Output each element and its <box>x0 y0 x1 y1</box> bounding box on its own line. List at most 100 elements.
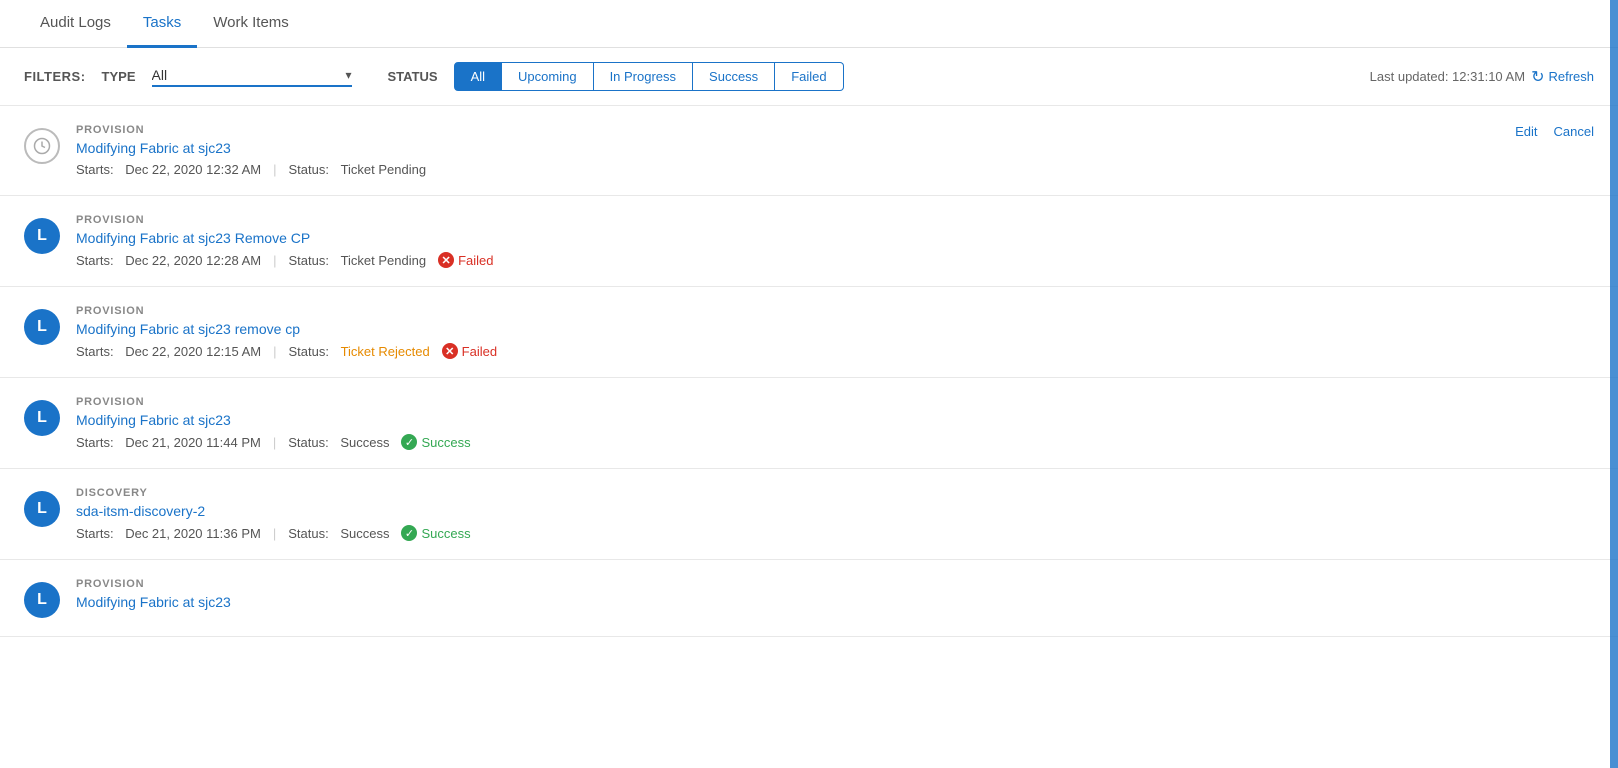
task-status: Status: Ticket Pending ✕Failed <box>288 252 493 268</box>
task-starts: Starts: Dec 22, 2020 12:32 AM <box>76 162 261 177</box>
status-value: Success <box>340 526 389 541</box>
edit-button[interactable]: Edit <box>1515 124 1537 139</box>
success-badge: ✓Success <box>401 434 470 450</box>
task-title[interactable]: Modifying Fabric at sjc23 <box>76 412 1594 428</box>
status-label: Status: <box>288 526 328 541</box>
status-label: Status: <box>288 435 328 450</box>
task-category: PROVISION <box>76 214 1594 226</box>
status-btn-upcoming[interactable]: Upcoming <box>502 62 594 91</box>
meta-separator: | <box>273 253 276 268</box>
starts-label: Starts: <box>76 526 114 541</box>
task-title[interactable]: sda-itsm-discovery-2 <box>76 503 1594 519</box>
starts-label: Starts: <box>76 344 114 359</box>
user-icon: L <box>24 309 60 345</box>
success-badge: ✓Success <box>401 525 470 541</box>
status-btn-success[interactable]: Success <box>693 62 775 91</box>
failed-icon: ✕ <box>442 343 458 359</box>
task-category: PROVISION <box>76 578 1594 590</box>
status-btn-all[interactable]: All <box>454 62 502 91</box>
starts-value: Dec 21, 2020 11:44 PM <box>125 435 261 450</box>
failed-badge: ✕Failed <box>442 343 497 359</box>
status-label: Status: <box>288 253 328 268</box>
task-status: Status: Success ✓Success <box>288 525 470 541</box>
success-icon: ✓ <box>401 525 417 541</box>
task-body: PROVISION Modifying Fabric at sjc23 Starts… <box>76 396 1594 450</box>
task-status: Status: Ticket Rejected ✕Failed <box>288 343 497 359</box>
starts-value: Dec 22, 2020 12:15 AM <box>125 344 261 359</box>
top-nav: Audit Logs Tasks Work Items <box>0 0 1618 48</box>
starts-label: Starts: <box>76 253 114 268</box>
status-value: Ticket Pending <box>341 253 427 268</box>
user-icon: L <box>24 400 60 436</box>
meta-separator: | <box>273 526 276 541</box>
clock-icon <box>24 128 60 164</box>
status-buttons: All Upcoming In Progress Success Failed <box>454 62 844 91</box>
failed-badge: ✕Failed <box>438 252 493 268</box>
refresh-button[interactable]: ↻ Refresh <box>1531 67 1594 87</box>
success-icon: ✓ <box>401 434 417 450</box>
task-starts: Starts: Dec 21, 2020 11:44 PM <box>76 435 261 450</box>
last-updated: Last updated: 12:31:10 AM ↻ Refresh <box>1370 67 1594 87</box>
starts-label: Starts: <box>76 435 114 450</box>
type-select[interactable]: All <box>152 67 352 83</box>
starts-value: Dec 22, 2020 12:28 AM <box>125 253 261 268</box>
user-icon: L <box>24 218 60 254</box>
task-body: PROVISION Modifying Fabric at sjc23 remov… <box>76 305 1594 359</box>
task-title[interactable]: Modifying Fabric at sjc23 remove cp <box>76 321 1594 337</box>
meta-separator: | <box>273 435 276 450</box>
task-item: L PROVISION Modifying Fabric at sjc23 remo… <box>0 287 1618 378</box>
task-title[interactable]: Modifying Fabric at sjc23 Remove CP <box>76 230 1594 246</box>
status-value: Ticket Pending <box>341 162 427 177</box>
status-label: STATUS <box>388 69 438 84</box>
task-body: PROVISION Modifying Fabric at sjc23 Starts… <box>76 124 1594 177</box>
type-label: TYPE <box>102 69 136 84</box>
starts-label: Starts: <box>76 162 114 177</box>
task-meta: Starts: Dec 22, 2020 12:28 AM | Status: Ti… <box>76 252 1594 268</box>
scrollbar[interactable] <box>1610 0 1618 768</box>
task-category: PROVISION <box>76 396 1594 408</box>
task-status: Status: Success✓Success <box>288 434 470 450</box>
status-value: Ticket Rejected <box>341 344 430 359</box>
status-btn-failed[interactable]: Failed <box>775 62 843 91</box>
task-list: PROVISION Modifying Fabric at sjc23 Starts… <box>0 106 1618 637</box>
task-body: DISCOVERYsda-itsm-discovery-2Starts: Dec… <box>76 487 1594 541</box>
task-starts: Starts: Dec 21, 2020 11:36 PM <box>76 526 261 541</box>
task-meta: Starts: Dec 21, 2020 11:44 PM | Status: Su… <box>76 434 1594 450</box>
task-body: PROVISION Modifying Fabric at sjc23 <box>76 578 1594 616</box>
task-category: PROVISION <box>76 305 1594 317</box>
last-updated-text: Last updated: 12:31:10 AM <box>1370 69 1525 84</box>
starts-value: Dec 22, 2020 12:32 AM <box>125 162 261 177</box>
meta-separator: | <box>273 162 276 177</box>
type-select-wrapper[interactable]: All ▾ <box>152 67 352 87</box>
filters-bar: FILTERS: TYPE All ▾ STATUS All Upcoming … <box>0 48 1618 106</box>
meta-separator: | <box>273 344 276 359</box>
task-item: L PROVISION Modifying Fabric at sjc23 Remo… <box>0 196 1618 287</box>
task-meta: Starts: Dec 22, 2020 12:32 AM | Status: Ti… <box>76 162 1594 177</box>
task-meta: Starts: Dec 21, 2020 11:36 PM | Status: Su… <box>76 525 1594 541</box>
task-status: Status: Ticket Pending <box>288 162 426 177</box>
task-item: PROVISION Modifying Fabric at sjc23 Starts… <box>0 106 1618 196</box>
cancel-button[interactable]: Cancel <box>1554 124 1594 139</box>
task-item: L PROVISION Modifying Fabric at sjc23 Start… <box>0 378 1618 469</box>
refresh-icon: ↻ <box>1531 67 1544 87</box>
task-actions: Edit Cancel <box>1515 124 1594 139</box>
task-title[interactable]: Modifying Fabric at sjc23 <box>76 140 1594 156</box>
task-starts: Starts: Dec 22, 2020 12:28 AM <box>76 253 261 268</box>
task-starts: Starts: Dec 22, 2020 12:15 AM <box>76 344 261 359</box>
task-body: PROVISION Modifying Fabric at sjc23 Remov… <box>76 214 1594 268</box>
status-btn-in-progress[interactable]: In Progress <box>594 62 693 91</box>
user-icon: L <box>24 582 60 618</box>
failed-icon: ✕ <box>438 252 454 268</box>
starts-value: Dec 21, 2020 11:36 PM <box>125 526 261 541</box>
status-label: Status: <box>288 162 328 177</box>
status-label: Status: <box>288 344 328 359</box>
task-title[interactable]: Modifying Fabric at sjc23 <box>76 594 1594 610</box>
task-item: LDISCOVERYsda-itsm-discovery-2Starts: De… <box>0 469 1618 560</box>
task-category: PROVISION <box>76 124 1594 136</box>
tab-audit-logs[interactable]: Audit Logs <box>24 0 127 48</box>
filters-label: FILTERS: <box>24 69 86 84</box>
task-meta: Starts: Dec 22, 2020 12:15 AM | Status: Ti… <box>76 343 1594 359</box>
task-item: L PROVISION Modifying Fabric at sjc23 <box>0 560 1618 637</box>
tab-work-items[interactable]: Work Items <box>197 0 305 48</box>
tab-tasks[interactable]: Tasks <box>127 0 197 48</box>
